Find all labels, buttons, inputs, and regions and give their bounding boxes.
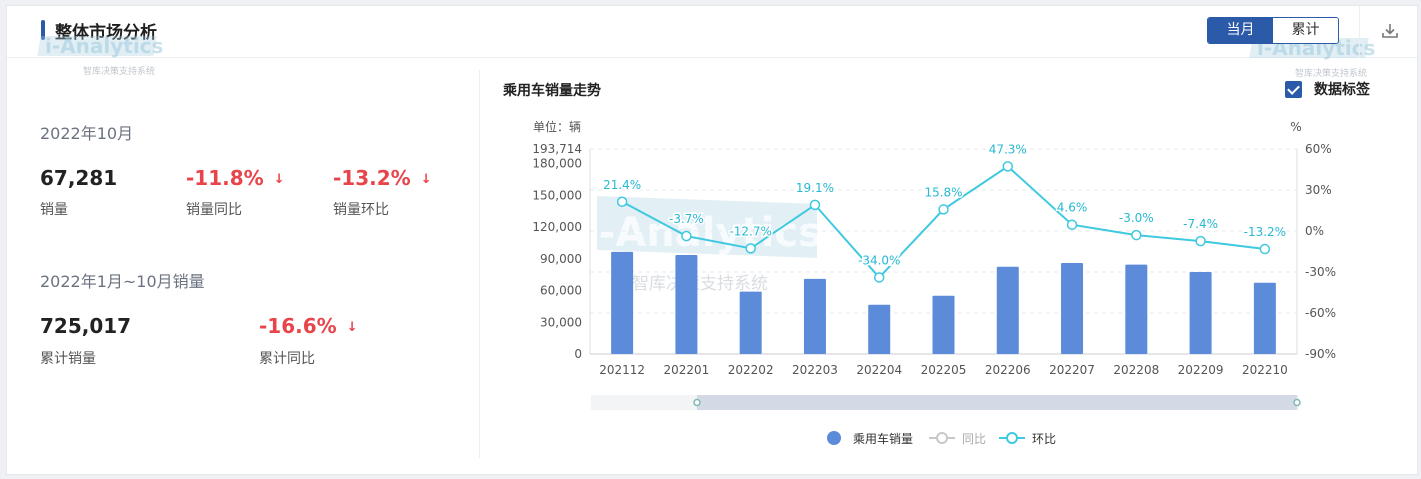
data-label-mom: 4.6%	[1057, 201, 1088, 215]
zoom-slider-window	[697, 395, 1297, 410]
point-mom	[809, 199, 821, 211]
point-mom	[681, 230, 692, 242]
bar-sales	[739, 291, 762, 354]
left-axis-tick-label: 0	[574, 347, 582, 361]
bar-sales	[932, 295, 955, 354]
data-label-mom: 19.1%	[796, 181, 834, 195]
left-axis-tick-label: 180,000	[532, 157, 582, 171]
right-axis-tick-label: -90%	[1305, 347, 1336, 361]
zoom-handle-left	[693, 398, 701, 407]
x-axis-tick-label: 202112	[599, 363, 645, 377]
legend-label-sales: 乘用车销量	[853, 431, 913, 446]
bar-sales	[868, 304, 891, 354]
point-mom	[1259, 243, 1271, 255]
right-axis-unit: %	[1290, 120, 1301, 134]
legend-marker-yoy-dot	[936, 432, 948, 444]
legend-label-mom: 环比	[1032, 432, 1056, 446]
left-axis-tick-label: 60,000	[540, 284, 582, 298]
data-label-mom: -13.2%	[1244, 225, 1286, 239]
point-mom	[938, 204, 949, 215]
market-analysis-card: 整体市场分析 i-Analytics 智库决策支持系统 i-Analytics …	[6, 5, 1418, 475]
x-axis-tick-label: 202207	[1049, 363, 1095, 377]
zoom-handle-right	[1293, 398, 1301, 407]
x-axis-tick-label: 202209	[1178, 363, 1224, 377]
data-label-mom: -12.7%	[729, 224, 771, 238]
x-axis-tick-label: 202202	[728, 363, 774, 377]
left-axis-tick-label: 150,000	[532, 188, 582, 202]
point-mom	[1131, 229, 1142, 241]
x-axis-tick-label: 202201	[664, 363, 710, 377]
bar-sales	[611, 251, 634, 354]
left-axis-tick-label: 30,000	[540, 315, 582, 329]
legend-label-yoy: 同比	[962, 432, 986, 446]
x-axis-tick-label: 202206	[985, 363, 1031, 377]
legend-marker-sales	[827, 431, 841, 445]
data-label-mom: 47.3%	[989, 142, 1027, 156]
left-axis-tick-label: 90,000	[540, 252, 582, 266]
bar-sales	[1253, 282, 1276, 354]
point-mom	[616, 196, 628, 208]
legend-marker-mom-dot	[1006, 432, 1018, 444]
point-mom	[1002, 161, 1014, 172]
data-label-mom: -3.7%	[669, 212, 704, 226]
x-axis-tick-label: 202208	[1113, 363, 1159, 377]
data-label-mom: 21.4%	[603, 178, 641, 192]
right-axis-tick-label: 0%	[1305, 224, 1324, 238]
bar-sales	[996, 266, 1019, 354]
data-label-mom: 15.8%	[924, 185, 962, 199]
x-axis-tick-label: 202204	[856, 363, 902, 377]
left-axis-unit: 单位：辆	[533, 119, 581, 134]
point-mom	[1066, 219, 1078, 230]
bar-sales	[675, 255, 698, 354]
x-axis-tick-label: 202203	[792, 363, 838, 377]
watermark-subtext: 智库决策支持系统	[632, 274, 768, 294]
bar-sales	[1061, 262, 1084, 354]
bar-sales	[1189, 271, 1212, 354]
right-axis-tick-label: 30%	[1305, 183, 1332, 197]
data-label-mom: -7.4%	[1183, 217, 1218, 231]
right-axis-tick-label: -60%	[1305, 306, 1336, 320]
data-label-mom: -34.0%	[858, 253, 900, 267]
x-axis-tick-label: 202205	[921, 363, 967, 377]
bar-sales	[1125, 264, 1148, 354]
right-axis-tick-label: 60%	[1305, 142, 1332, 156]
right-axis-tick-label: -30%	[1305, 265, 1336, 279]
x-axis-tick-label: 202210	[1242, 363, 1288, 377]
point-mom	[745, 243, 756, 254]
sales-trend-chart: i-Analytics智库决策支持系统单位：辆 %030,00060,00090,…	[532, 119, 1336, 446]
point-mom	[1195, 235, 1206, 247]
data-label-mom: -3.0%	[1119, 211, 1154, 225]
bar-sales	[803, 278, 826, 354]
left-axis-tick-label: 193,714	[532, 142, 582, 156]
left-axis-tick-label: 120,000	[532, 220, 582, 234]
point-mom	[873, 272, 885, 283]
